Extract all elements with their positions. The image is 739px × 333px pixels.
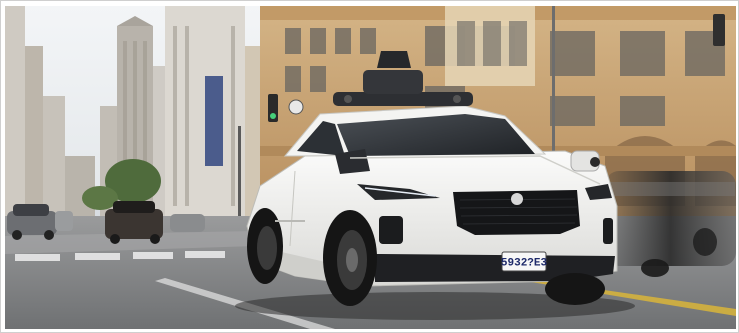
front-right-wheel [545,273,605,305]
photo-frame: 5932?E3 [0,0,739,333]
sensor-rack [333,92,473,106]
rear-left-wheel [247,208,283,284]
badge-icon [511,193,523,205]
street-photo: 5932?E3 [5,6,736,329]
front-left-wheel [323,210,377,306]
lidar-dome [377,51,411,68]
blurred-passing-car [605,171,736,277]
blue-banner [205,76,223,166]
license-plate-text: 5932?E3 [501,258,548,270]
street-scene: 5932?E3 [5,6,736,329]
